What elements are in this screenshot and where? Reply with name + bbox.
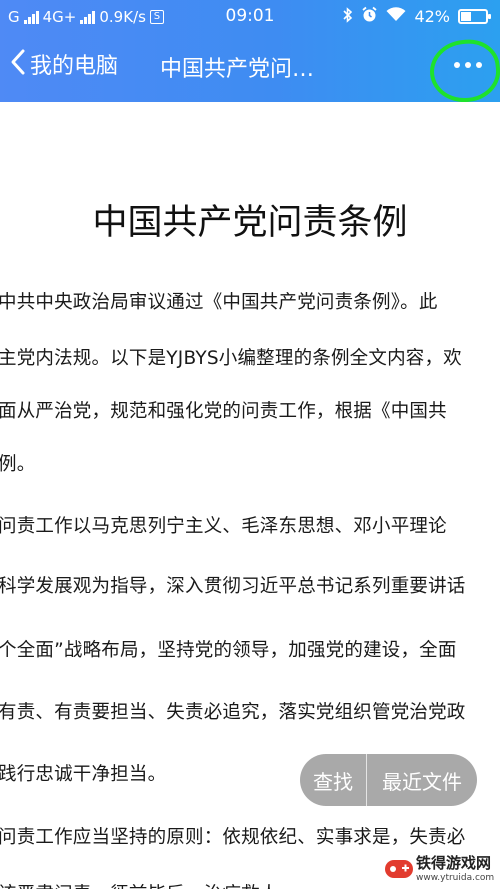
document-line: 问责工作以马克思列宁主义、毛泽东思想、邓小平理论 bbox=[0, 516, 447, 537]
document-line: 有责、有责要担当、失责必追究，落实党组织管党治党政 bbox=[0, 702, 466, 723]
battery-fill bbox=[461, 12, 471, 21]
document-line: 科学发展观为指导，深入贯彻习近平总书记系列重要讲话 bbox=[0, 576, 466, 597]
watermark-url: www.ytruida.com bbox=[416, 873, 495, 883]
battery-percent: 42% bbox=[414, 7, 450, 26]
nav-bar: 我的电脑 中国共产党问… bbox=[0, 34, 500, 102]
battery-icon bbox=[458, 9, 491, 24]
document-line: 该严肃问责、惩前毖后、治病救人 bbox=[0, 880, 279, 889]
document-line: 个全面”战略布局，坚持党的领导，加强党的建设，全面 bbox=[0, 640, 457, 661]
back-button[interactable]: 我的电脑 bbox=[10, 48, 118, 80]
chevron-left-icon bbox=[10, 48, 26, 80]
watermark-name: 铁得游戏网 bbox=[416, 854, 492, 872]
more-horizontal-icon bbox=[454, 62, 482, 68]
document-line: 面从严治党，规范和强化党的问责工作，根据《中国共 bbox=[0, 401, 447, 422]
status-right: 42% bbox=[343, 6, 491, 27]
document-heading: 中国共产党问责条例 bbox=[92, 203, 408, 243]
find-button[interactable]: 查找 bbox=[300, 754, 366, 806]
document-line: 中共中央政治局审议通过《中国共产党问责条例》。此 bbox=[0, 292, 438, 313]
document-line: 例。 bbox=[0, 454, 36, 475]
document-title: 中国共产党问… bbox=[160, 57, 315, 82]
bluetooth-icon bbox=[343, 6, 353, 27]
document-line: 问责工作应当坚持的原则：依规依纪、实事求是，失责必 bbox=[0, 827, 466, 848]
alarm-icon bbox=[361, 6, 378, 27]
document-line: 主党内法规。以下是YJBYS小编整理的条例全文内容，欢 bbox=[0, 348, 462, 369]
status-bar: G 4G+ 0.9K/s S 09:01 42% bbox=[0, 0, 500, 34]
recent-files-button[interactable]: 最近文件 bbox=[367, 754, 477, 806]
app-header: G 4G+ 0.9K/s S 09:01 42% 我的电脑 中国共产党问… bbox=[0, 0, 500, 102]
more-options-button[interactable] bbox=[432, 34, 500, 98]
floating-action-pill: 查找 最近文件 bbox=[300, 754, 477, 806]
wifi-icon bbox=[386, 7, 406, 26]
watermark: 铁得游戏网 www.ytruida.com bbox=[380, 850, 500, 889]
document-line: 践行忠诚干净担当。 bbox=[0, 764, 167, 785]
back-label: 我的电脑 bbox=[30, 54, 119, 79]
watermark-logo-icon bbox=[385, 860, 413, 878]
